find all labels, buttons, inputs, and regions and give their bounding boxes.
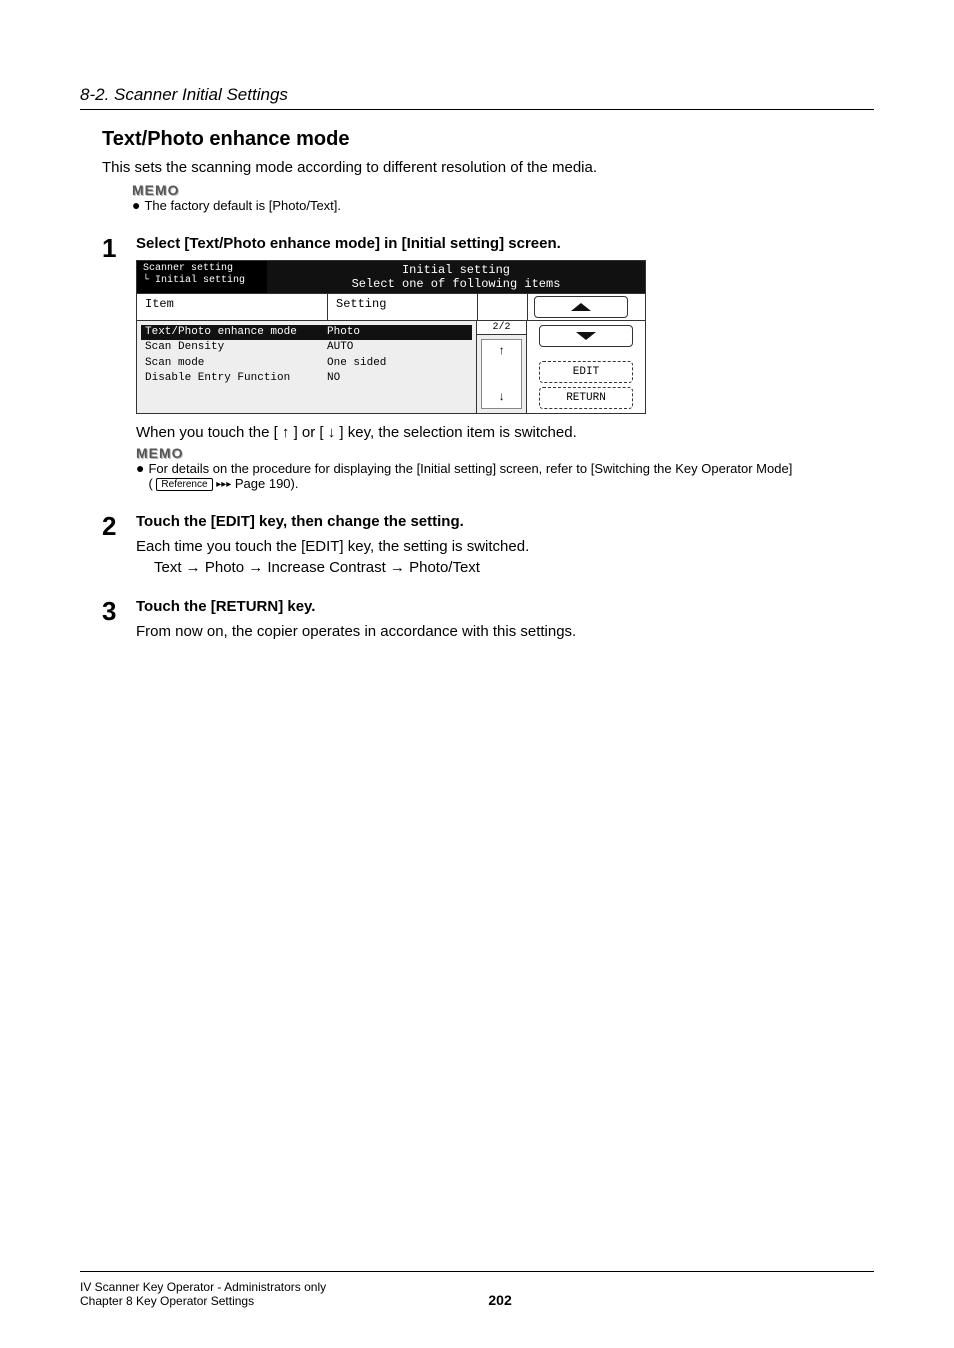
breadcrumb-sub: └ Initial setting [143,275,260,287]
col-header-item: Item [137,294,327,320]
arrow-down-icon[interactable]: ↓ [498,390,505,404]
step-subtext: Text → Photo → Increase Contrast → Photo… [154,559,874,576]
item-value: One sided [327,356,472,371]
list-item[interactable]: Scan mode One sided [141,356,472,371]
memo-text-b: Page 190). [235,476,299,491]
list-item[interactable]: Text/Photo enhance mode Photo [141,325,472,340]
section-header: 8-2. Scanner Initial Settings [80,85,874,110]
memo-label: MEMO [132,182,874,198]
item-value: AUTO [327,340,472,355]
arrow-up-icon[interactable]: ↑ [498,344,505,358]
step-number: 1 [102,235,124,261]
panel-subtitle: Select one of following items [267,277,645,291]
settings-list[interactable]: Text/Photo enhance mode Photo Scan Densi… [137,321,477,413]
item-name: Scan mode [141,356,327,371]
panel-title: Initial setting [267,263,645,277]
intro-text: This sets the scanning mode according to… [102,159,874,176]
step-number: 3 [102,598,124,624]
item-value: Photo [327,325,472,340]
memo-label: MEMO [136,445,874,461]
page-footer: IV Scanner Key Operator - Administrators… [80,1271,874,1308]
step-3: 3 Touch the [RETURN] key. From now on, t… [102,598,874,644]
step-after-text: When you touch the [ ↑ ] or [ ↓ ] key, t… [136,424,874,441]
memo-block-2: MEMO ● For details on the procedure for … [136,445,874,491]
bullet-icon: ● [132,198,140,212]
item-name: Disable Entry Function [141,371,327,386]
item-name: Scan Density [141,340,327,355]
reference-badge: Reference [156,478,212,491]
step-heading: Touch the [RETURN] key. [136,598,874,615]
list-item[interactable]: Disable Entry Function NO [141,371,472,386]
step-text: From now on, the copier operates in acco… [136,623,874,640]
return-button[interactable]: RETURN [539,387,633,409]
nav-down-button[interactable] [539,325,633,347]
triangle-down-icon [576,332,596,340]
breadcrumb: Scanner setting └ Initial setting [137,261,267,293]
item-name: Text/Photo enhance mode [141,325,327,340]
settings-screenshot: Scanner setting └ Initial setting Initia… [136,260,646,414]
footer-line-1: IV Scanner Key Operator - Administrators… [80,1280,326,1294]
page-indicator: 2/2 [477,321,526,335]
memo-text: The factory default is [Photo/Text]. [144,198,341,213]
memo-text-a: For details on the procedure for display… [148,461,792,476]
reference-arrow-icon: ▸▸▸ [216,479,231,490]
breadcrumb-top: Scanner setting [143,263,260,275]
memo-text: For details on the procedure for display… [148,461,792,491]
triangle-up-icon [571,303,591,311]
page-number: 202 [488,1292,511,1308]
scrollbar[interactable]: ↑ ↓ [481,339,522,409]
footer-line-2: Chapter 8 Key Operator Settings [80,1294,326,1308]
page-title: Text/Photo enhance mode [102,128,874,151]
step-2: 2 Touch the [EDIT] key, then change the … [102,513,874,576]
scroll-area: 2/2 ↑ ↓ [477,321,527,413]
step-number: 2 [102,513,124,539]
list-item[interactable]: Scan Density AUTO [141,340,472,355]
edit-button[interactable]: EDIT [539,361,633,383]
nav-up-button[interactable] [534,296,628,318]
step-text: Each time you touch the [EDIT] key, the … [136,538,874,555]
bullet-icon: ● [136,461,144,475]
item-value: NO [327,371,472,386]
memo-block-1: MEMO ● The factory default is [Photo/Tex… [132,182,874,213]
step-heading: Touch the [EDIT] key, then change the se… [136,513,874,530]
step-heading: Select [Text/Photo enhance mode] in [Ini… [136,235,874,252]
step-1: 1 Select [Text/Photo enhance mode] in [I… [102,235,874,491]
col-header-setting: Setting [327,294,477,320]
